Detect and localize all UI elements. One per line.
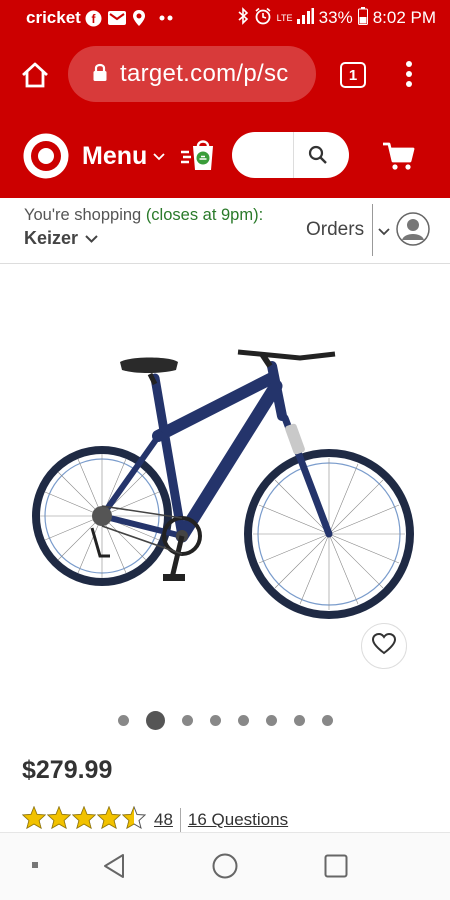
- bluetooth-icon: [237, 6, 249, 30]
- store-name: Keizer: [24, 228, 79, 248]
- lock-icon: [92, 62, 108, 87]
- favorite-heart-button[interactable]: [361, 623, 407, 669]
- chevron-down-icon: [378, 223, 390, 241]
- store-selector[interactable]: You're shopping (closes at 9pm): Keizer: [24, 206, 263, 249]
- url-text: target.com/p/sc: [120, 60, 289, 87]
- target-header: Menu: [0, 114, 450, 198]
- carousel-dot[interactable]: [237, 714, 249, 726]
- star-rating[interactable]: [21, 805, 147, 834]
- carousel-dot[interactable]: [117, 714, 129, 726]
- divider: [372, 204, 373, 256]
- location-icon: [132, 9, 146, 27]
- divider: [179, 808, 181, 832]
- battery-percent: 33%: [318, 8, 353, 27]
- store-bar: You're shopping (closes at 9pm): Keizer …: [0, 198, 450, 264]
- heart-icon: [371, 632, 397, 660]
- star-icon: [21, 805, 47, 834]
- rating-row: 48 16 Questions: [21, 805, 288, 834]
- menu-button[interactable]: Menu: [82, 142, 165, 171]
- chevron-down-icon: [153, 148, 165, 166]
- carousel-dot[interactable]: [145, 710, 165, 730]
- store-hours: (closes at 9pm):: [145, 206, 264, 224]
- drive-up-icon[interactable]: [180, 136, 218, 179]
- questions-link[interactable]: 16 Questions: [188, 810, 288, 830]
- star-icon: [121, 805, 147, 834]
- carousel-dot[interactable]: [293, 714, 305, 726]
- battery-icon: [357, 6, 368, 30]
- home-button-icon[interactable]: [212, 853, 238, 884]
- address-bar[interactable]: target.com/p/sc: [68, 46, 316, 102]
- signal-icon: [296, 7, 314, 29]
- product-price: $279.99: [22, 756, 113, 784]
- tab-count: 1: [348, 66, 358, 84]
- star-icon: [46, 805, 72, 834]
- tab-switcher-button[interactable]: 1: [340, 62, 366, 88]
- search-box[interactable]: [232, 132, 349, 178]
- more-notifications-icon: [159, 15, 173, 21]
- search-divider: [293, 132, 294, 178]
- browser-toolbar: target.com/p/sc 1: [0, 36, 450, 114]
- product-image[interactable]: [0, 266, 450, 696]
- overflow-menu-icon[interactable]: [405, 60, 413, 95]
- android-nav-bar: [0, 832, 450, 900]
- account-menu[interactable]: [378, 212, 430, 251]
- star-icon: [96, 805, 122, 834]
- menu-label: Menu: [82, 142, 148, 170]
- target-logo-icon[interactable]: [22, 132, 70, 185]
- account-avatar-icon: [396, 212, 430, 251]
- carousel-dot[interactable]: [265, 714, 277, 726]
- review-count-link[interactable]: 48: [154, 810, 173, 830]
- network-type-label: LTE: [276, 12, 293, 23]
- carousel-dot[interactable]: [321, 714, 333, 726]
- image-carousel-dots: [0, 708, 450, 732]
- search-input[interactable]: [246, 140, 296, 170]
- alarm-icon: [254, 7, 272, 30]
- facebook-icon: f: [85, 10, 102, 27]
- carousel-dot[interactable]: [181, 714, 193, 726]
- chevron-down-icon: [85, 230, 98, 248]
- cart-icon[interactable]: [382, 141, 416, 176]
- carrier-name: cricket: [26, 8, 81, 27]
- recents-button-icon[interactable]: [324, 854, 348, 883]
- home-icon[interactable]: [20, 60, 50, 95]
- orders-link[interactable]: Orders: [306, 219, 364, 241]
- store-prefix: You're shopping: [24, 206, 146, 224]
- status-bar: cricket f LTE 33% 8:02 PM: [0, 0, 450, 36]
- star-icon: [71, 805, 97, 834]
- clock: 8:02 PM: [372, 8, 436, 27]
- back-button-icon[interactable]: [102, 853, 126, 884]
- gmail-icon: [107, 10, 127, 26]
- carousel-dot[interactable]: [209, 714, 221, 726]
- recent-dot-icon: [32, 862, 38, 868]
- search-icon[interactable]: [308, 145, 328, 170]
